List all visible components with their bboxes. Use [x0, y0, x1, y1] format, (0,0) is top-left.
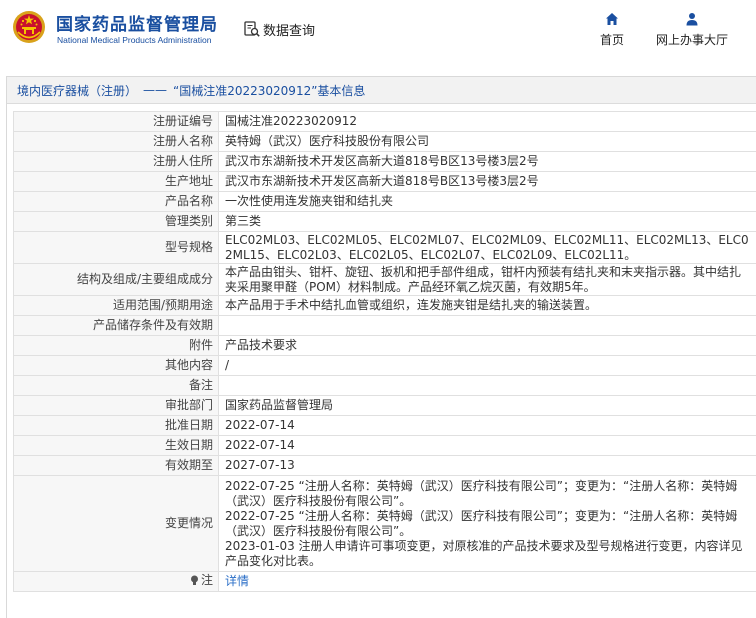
row-label: 批准日期: [13, 415, 219, 436]
table-row: 适用范围/预期用途 本产品用于手术中结扎血管或组织，连发施夹钳是结扎夹的输送装置…: [13, 295, 756, 316]
table-row: 注册证编号 国械注准20223020912: [13, 111, 756, 132]
row-label: 注册人住所: [13, 151, 219, 172]
row-label: 备注: [13, 375, 219, 396]
row-label: 适用范围/预期用途: [13, 295, 219, 316]
detail-panel: 境内医疗器械（注册） —— “国械注准20223020912”基本信息 注册证编…: [6, 76, 756, 618]
row-value: [218, 375, 756, 396]
change-history-label: 变更情况: [13, 475, 219, 572]
breadcrumb-separator: ——: [143, 83, 168, 97]
org-name-cn: 国家药品监督管理局: [56, 15, 218, 35]
nav-online-service-hall[interactable]: 网上办事大厅: [656, 12, 728, 48]
row-label: 型号规格: [13, 231, 219, 264]
table-row: 管理类别 第三类: [13, 211, 756, 232]
national-emblem-icon: [13, 11, 45, 43]
table-row: 有效期至 2027-07-13: [13, 455, 756, 476]
row-value: 第三类: [218, 211, 756, 232]
breadcrumb-current: “国械注准20223020912”基本信息: [173, 83, 366, 98]
row-value: 武汉市东湖新技术开发区高新大道818号B区13号楼3层2号: [218, 171, 756, 192]
data-query-label: 数据查询: [263, 23, 316, 39]
breadcrumb: 境内医疗器械（注册） —— “国械注准20223020912”基本信息: [7, 77, 756, 104]
table-row: 批准日期 2022-07-14: [13, 415, 756, 436]
table-row: 产品储存条件及有效期: [13, 315, 756, 336]
table-row: 其他内容 /: [13, 355, 756, 376]
document-search-icon: [244, 21, 260, 37]
table-row: 结构及组成/主要组成成分 本产品由钳头、钳杆、旋钮、扳机和把手部件组成，钳杆内预…: [13, 263, 756, 296]
basic-info-table: 注册证编号 国械注准20223020912 注册人名称 英特姆（武汉）医疗科技股…: [13, 111, 756, 592]
table-row: 附件 产品技术要求: [13, 335, 756, 356]
row-value: ELC02ML03、ELC02ML05、ELC02ML07、ELC02ML09、…: [218, 231, 756, 264]
change-entry: 2022-07-25 “注册人名称：英特姆（武汉）医疗科技有限公司”；变更为：“…: [225, 508, 738, 538]
row-label: 注册证编号: [13, 111, 219, 132]
data-query-link[interactable]: 数据查询: [243, 19, 315, 39]
row-value: 产品技术要求: [218, 335, 756, 356]
row-value: 英特姆（武汉）医疗科技股份有限公司: [218, 131, 756, 152]
table-row: 生效日期 2022-07-14: [13, 435, 756, 456]
row-value: 国家药品监督管理局: [218, 395, 756, 416]
row-value: 本产品用于手术中结扎血管或组织，连发施夹钳是结扎夹的输送装置。: [218, 295, 756, 316]
row-label: 其他内容: [13, 355, 219, 376]
row-label: 有效期至: [13, 455, 219, 476]
breadcrumb-category[interactable]: 境内医疗器械（注册）: [17, 82, 137, 99]
row-label: 生效日期: [13, 435, 219, 456]
nav-home[interactable]: 首页: [600, 12, 624, 48]
user-icon: [686, 13, 698, 26]
org-name-en: National Medical Products Administration: [57, 35, 212, 45]
change-entry: 2022-07-25 “注册人名称：英特姆（武汉）医疗科技有限公司”；变更为：“…: [225, 478, 738, 508]
note-label-cell: 注: [13, 571, 219, 592]
table-row: 生产地址 武汉市东湖新技术开发区高新大道818号B区13号楼3层2号: [13, 171, 756, 192]
table-row: 型号规格 ELC02ML03、ELC02ML05、ELC02ML07、ELC02…: [13, 231, 756, 264]
table-row: 审批部门 国家药品监督管理局: [13, 395, 756, 416]
row-label: 附件: [13, 335, 219, 356]
row-label: 管理类别: [13, 211, 219, 232]
row-value: 2022-07-14: [218, 435, 756, 456]
row-label: 产品名称: [13, 191, 219, 212]
table-row-change-history: 变更情况 2022-07-25 “注册人名称：英特姆（武汉）医疗科技有限公司”；…: [13, 475, 756, 572]
row-value: 本产品由钳头、钳杆、旋钮、扳机和把手部件组成，钳杆内预装有结扎夹和末夹指示器。其…: [218, 263, 756, 296]
row-value: 2022-07-14: [218, 415, 756, 436]
row-label: 审批部门: [13, 395, 219, 416]
row-value: /: [218, 355, 756, 376]
table-row: 备注: [13, 375, 756, 396]
note-label-wrap: 注: [190, 573, 213, 588]
nav-online-service-hall-label: 网上办事大厅: [656, 33, 729, 47]
note-label: 注: [200, 573, 213, 587]
row-value: 一次性使用连发施夹钳和结扎夹: [218, 191, 756, 212]
table-row-note: 注 详情: [13, 571, 756, 592]
row-value: 国械注准20223020912: [218, 111, 756, 132]
row-value: 2027-07-13: [218, 455, 756, 476]
lightbulb-icon: [190, 575, 198, 585]
row-value: 武汉市东湖新技术开发区高新大道818号B区13号楼3层2号: [218, 151, 756, 172]
table-row: 注册人名称 英特姆（武汉）医疗科技股份有限公司: [13, 131, 756, 152]
row-label: 结构及组成/主要组成成分: [13, 263, 219, 296]
change-history-value: 2022-07-25 “注册人名称：英特姆（武汉）医疗科技有限公司”；变更为：“…: [218, 475, 756, 572]
row-label: 注册人名称: [13, 131, 219, 152]
row-label: 产品储存条件及有效期: [13, 315, 219, 336]
details-link[interactable]: 详情: [225, 574, 249, 588]
note-value: 详情: [218, 571, 756, 592]
row-value: [218, 315, 756, 336]
change-entry: 2023-01-03 注册人申请许可事项变更，对原核准的产品技术要求及型号规格进…: [225, 538, 743, 568]
home-icon: [606, 13, 618, 25]
site-header: 国家药品监督管理局 National Medical Products Admi…: [0, 0, 756, 66]
row-label: 生产地址: [13, 171, 219, 192]
nav-home-label: 首页: [600, 33, 625, 47]
table-row: 产品名称 一次性使用连发施夹钳和结扎夹: [13, 191, 756, 212]
table-row: 注册人住所 武汉市东湖新技术开发区高新大道818号B区13号楼3层2号: [13, 151, 756, 172]
